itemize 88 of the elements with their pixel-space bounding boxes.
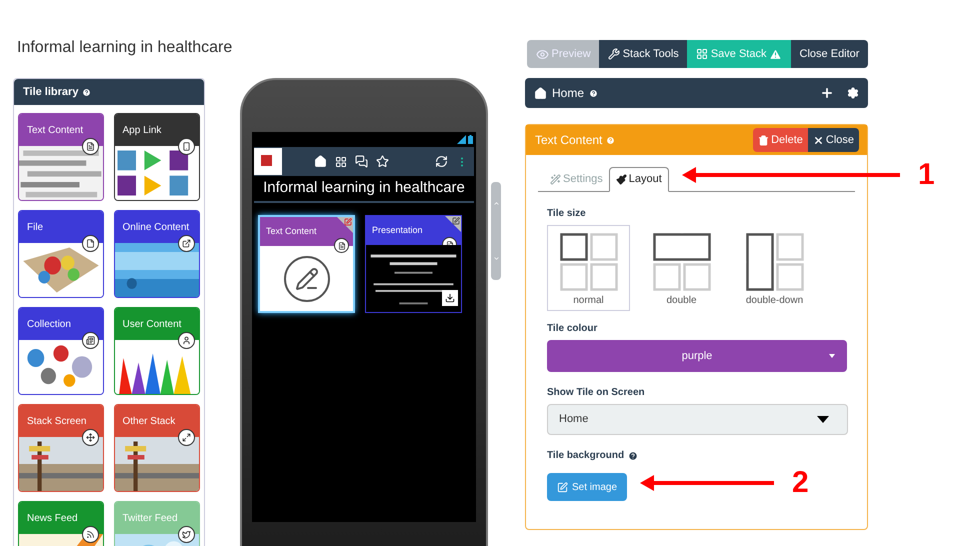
brush-icon [616,174,627,185]
field-label: Tile colour [547,322,598,336]
tile-label: Text Content [266,224,317,238]
library-tile[interactable]: Other Stack [114,404,200,492]
library-tile[interactable]: Collection [18,307,104,395]
tile-label: Collection [27,318,71,332]
field-label: Show Tile on Screen [547,386,646,400]
grid-icon [696,48,708,60]
eye-icon [536,48,549,60]
signal-icon [457,135,466,144]
colour-select[interactable]: purple [547,340,847,372]
editor-title: Text Content [535,132,602,149]
toolbar-button[interactable]: Stack Tools [599,40,688,68]
chat-icon[interactable] [355,155,368,168]
rss-icon [86,530,95,539]
edit-icon[interactable] [344,218,352,226]
add-icon[interactable] [820,86,834,100]
star-icon[interactable] [376,155,389,168]
download-icon[interactable] [445,293,455,303]
expand-icon [182,433,190,442]
tile-label: Other Stack [122,414,176,428]
panel-title: Tile library [23,84,78,100]
tile-label: Stack Screen [27,414,86,428]
library-tile[interactable]: News Feed [18,501,104,546]
warning-icon [769,48,782,60]
down-icon [492,255,500,262]
scroll-handle[interactable] [491,182,501,280]
delete-button[interactable]: Delete [753,128,808,152]
screen-tile[interactable]: Presentation [365,215,462,313]
caret-icon [817,416,829,423]
screen-tile[interactable]: Text Content [258,215,355,313]
tile-label: News Feed [27,512,78,526]
library-tile[interactable]: User Content [114,307,200,395]
tall-tile-icon [746,233,804,291]
field-label: Tile background [547,449,624,463]
trash-icon [758,134,770,146]
tile-label: Online Content [122,220,190,234]
close-button[interactable]: Close [808,128,859,152]
close-icon [812,134,824,146]
tile-label: Presentation [372,224,423,237]
external-link-icon [182,239,190,248]
annotation-number: 1 [918,160,935,190]
home-icon[interactable] [314,155,327,168]
library-tile[interactable]: Text Content [18,113,104,201]
wrench-icon [608,48,620,60]
screen-select[interactable]: Home [547,404,848,435]
document-icon [338,242,346,250]
file-icon [86,239,95,248]
tab[interactable]: Layout [608,167,669,192]
page-title: Informal learning in healthcare [17,38,232,58]
wide-tile-icon [652,233,710,291]
logo-icon [254,148,282,175]
toolbar-button[interactable]: Close Editor [791,40,868,68]
help-icon[interactable] [589,88,598,98]
home-icon [534,86,547,100]
user-icon [182,336,190,345]
newspaper-icon [86,336,95,345]
field-label: Tile size [547,207,587,221]
tile-label: App Link [122,124,162,138]
bird-icon [182,530,190,539]
tile-label: File [27,220,44,234]
document-icon [86,142,95,151]
tile-size-option[interactable]: double [640,225,723,311]
wand-icon [550,174,561,185]
refresh-icon[interactable] [435,155,448,168]
library-tile[interactable]: Online Content [114,210,200,298]
library-tile[interactable]: Stack Screen [18,404,104,492]
library-tile[interactable]: App Link [114,113,200,201]
move-icon [86,433,95,442]
battery-icon [468,135,473,144]
screen-title: Informal learning in healthcare [263,178,465,198]
tile-label: Twitter Feed [122,512,178,526]
tile-size-option[interactable]: normal [547,225,630,311]
settings-icon[interactable] [847,87,859,99]
annotation-number: 2 [792,468,809,498]
edit-icon [557,482,568,492]
screen-name: Home [552,85,584,102]
phone-icon [182,142,190,151]
single-tile-icon [560,233,618,291]
tile-size-option[interactable]: double-down [733,225,816,311]
caret-icon [829,354,835,358]
tile-label: Text Content [27,124,84,138]
help-icon[interactable] [82,88,92,96]
library-tile[interactable]: File [18,210,104,298]
up-icon [492,200,500,207]
edit-icon[interactable] [452,217,460,225]
grid-icon[interactable] [335,156,347,168]
tile-label: User Content [122,318,182,332]
